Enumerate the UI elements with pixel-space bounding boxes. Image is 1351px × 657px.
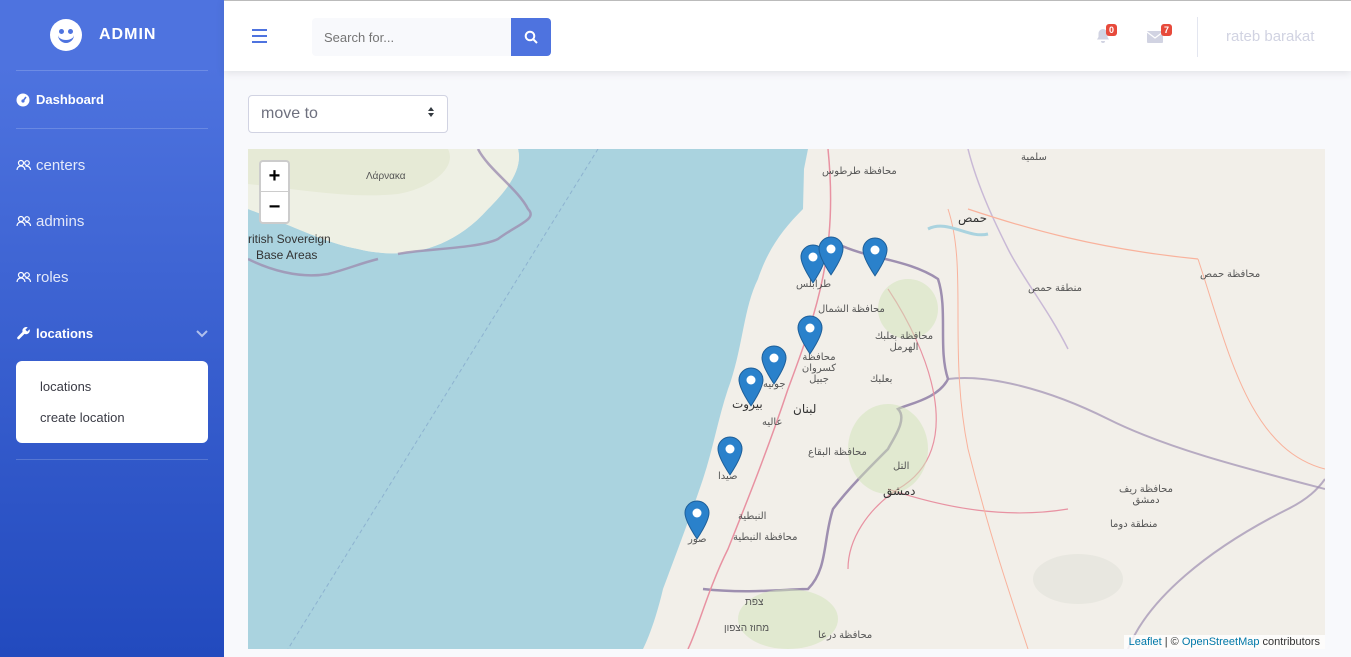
map-marker-icon[interactable] xyxy=(862,237,888,277)
sidebar-item-locations[interactable]: locations xyxy=(0,305,224,361)
osm-link[interactable]: OpenStreetMap xyxy=(1182,636,1260,648)
sidebar-divider xyxy=(16,459,208,460)
attribution-sep: | © xyxy=(1161,636,1182,648)
map-label: لبنان xyxy=(793,402,817,416)
messages-button[interactable]: 7 xyxy=(1146,24,1173,48)
map-label: מחוז הצפון xyxy=(724,623,770,634)
search-button[interactable] xyxy=(511,18,551,56)
chevron-down-icon xyxy=(196,326,208,341)
zoom-in-button[interactable]: + xyxy=(261,162,288,192)
map-label: حمص xyxy=(958,211,988,225)
map-marker-icon[interactable] xyxy=(717,436,743,476)
map[interactable]: Λάρνακα ritish Sovereign Base Areas محاف… xyxy=(248,149,1325,649)
map-label: منطقة حمص xyxy=(1028,283,1082,294)
user-name[interactable]: rateb barakat xyxy=(1226,28,1314,45)
map-marker-icon[interactable] xyxy=(797,315,823,355)
map-label: محافظة كسروان جبيل xyxy=(801,352,837,385)
brand-text: ADMIN xyxy=(99,26,157,43)
messages-count-badge: 7 xyxy=(1161,24,1173,36)
map-marker-icon[interactable] xyxy=(818,236,844,276)
map-label: Λάρνακα xyxy=(366,171,406,182)
map-label: محافظة درعا xyxy=(818,630,873,641)
laugh-wink-icon xyxy=(50,19,82,51)
alerts-button[interactable]: 0 xyxy=(1096,24,1118,49)
topbar: 0 7 rateb barakat xyxy=(224,0,1351,71)
zoom-out-button[interactable]: − xyxy=(261,192,288,222)
sidebar-item-label: Dashboard xyxy=(36,92,104,107)
search-icon xyxy=(524,30,538,44)
submenu-item-create-location[interactable]: create location xyxy=(16,402,208,433)
attribution-tail: contributors xyxy=(1259,636,1320,648)
sidebar: ADMIN Dashboard centers admins roles loc xyxy=(0,0,224,657)
map-marker-icon[interactable] xyxy=(738,367,764,407)
leaflet-link[interactable]: Leaflet xyxy=(1129,636,1162,648)
alerts-count-badge: 0 xyxy=(1106,24,1118,36)
map-label: Base Areas xyxy=(256,248,318,262)
map-label: محافظة ريف دمشق xyxy=(1119,484,1173,506)
map-label: محافظة الشمال xyxy=(818,304,885,315)
sidebar-item-admins[interactable]: admins xyxy=(0,193,224,249)
sidebar-item-label: centers xyxy=(36,156,86,174)
wrench-icon xyxy=(16,326,36,341)
tachometer-icon xyxy=(16,93,36,107)
map-label: צפת xyxy=(745,597,764,608)
users-icon xyxy=(16,271,36,283)
sidebar-item-dashboard[interactable]: Dashboard xyxy=(0,71,224,128)
search-form xyxy=(312,18,551,56)
zoom-control: + − xyxy=(259,160,290,224)
map-label: عاليه xyxy=(762,417,783,428)
map-label: دمشق xyxy=(883,484,916,498)
map-label: محافظة البقاع xyxy=(808,447,867,458)
select-arrows-icon xyxy=(427,105,435,123)
map-marker-icon[interactable] xyxy=(684,500,710,540)
select-value: move to xyxy=(261,105,318,122)
sidebar-item-centers[interactable]: centers xyxy=(0,137,224,193)
users-icon xyxy=(16,159,36,171)
locations-submenu: locations create location xyxy=(16,361,208,443)
map-label: النبطية xyxy=(738,511,767,522)
sidebar-item-roles[interactable]: roles xyxy=(0,249,224,305)
sidebar-toggle-icon[interactable] xyxy=(252,29,267,47)
map-label: سلمية xyxy=(1021,152,1047,163)
map-label: محافظة طرطوس xyxy=(822,166,897,177)
map-attribution: Leaflet | © OpenStreetMap contributors xyxy=(1123,635,1325,649)
topbar-divider xyxy=(1197,17,1198,57)
users-icon xyxy=(16,215,36,227)
move-to-select[interactable]: move to xyxy=(248,95,448,133)
sidebar-item-label: admins xyxy=(36,212,85,230)
map-label: محافظة حمص xyxy=(1200,269,1261,280)
map-label: منطقة دوما xyxy=(1110,519,1158,530)
map-label: ritish Sovereign xyxy=(248,232,331,246)
map-label: محافظة بعلبك الهرمل xyxy=(874,331,934,353)
search-input[interactable] xyxy=(312,18,511,56)
map-tiles xyxy=(248,149,1325,649)
map-marker-icon[interactable] xyxy=(761,345,787,385)
sidebar-item-label: locations xyxy=(36,325,94,341)
map-label: بعلبك xyxy=(870,374,893,385)
sidebar-item-label: roles xyxy=(36,268,69,286)
submenu-item-locations[interactable]: locations xyxy=(16,371,208,402)
brand[interactable]: ADMIN xyxy=(0,0,224,70)
map-label: التل xyxy=(893,461,910,472)
map-label: محافظة النبطية xyxy=(733,532,798,543)
